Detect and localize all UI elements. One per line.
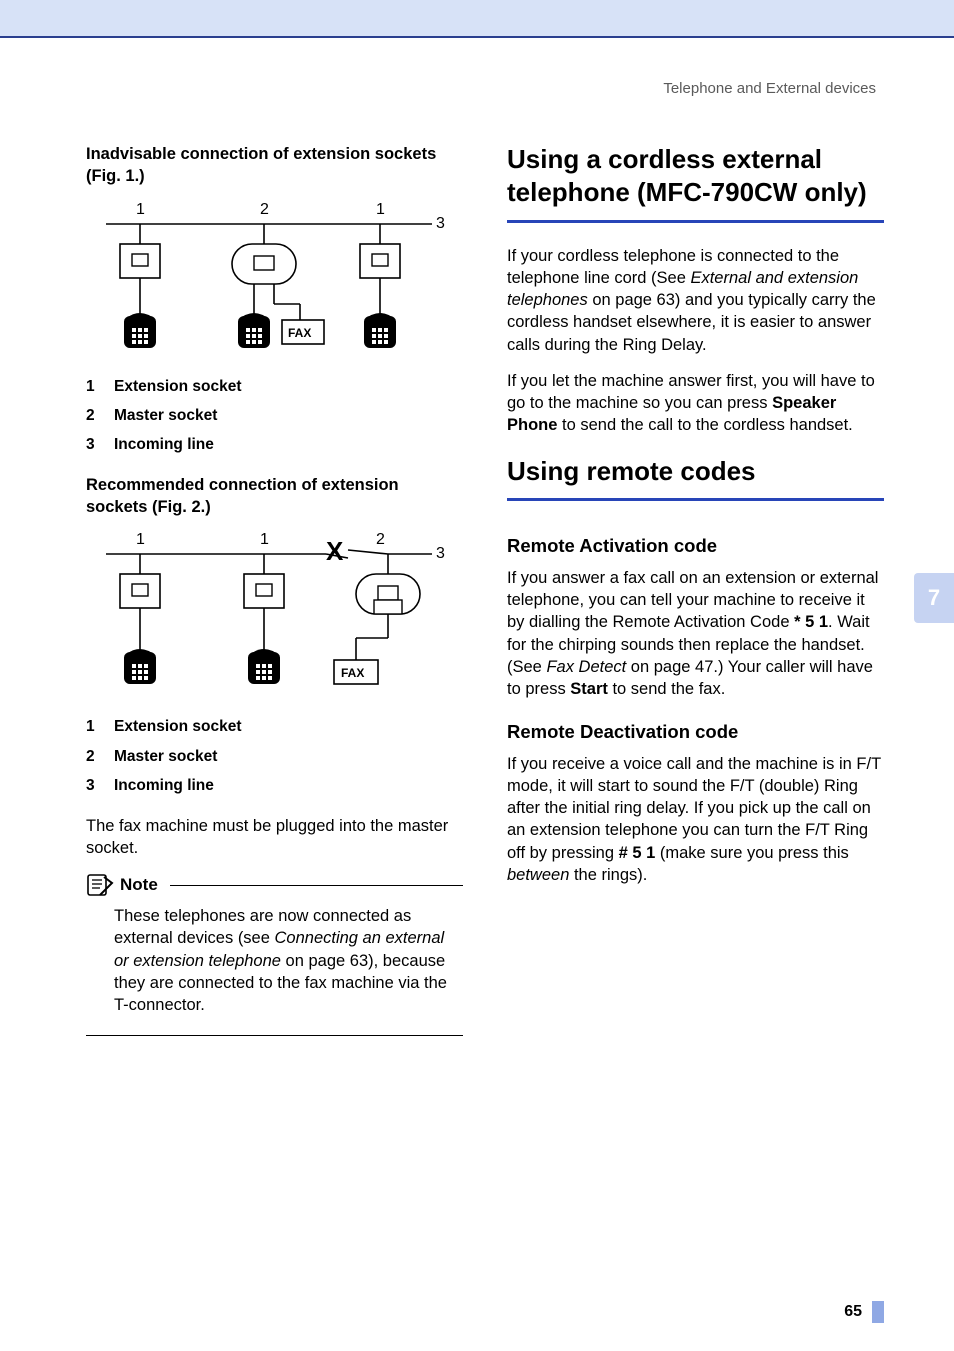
deactivation-text: If you receive a voice call and the mach… bbox=[507, 753, 884, 887]
activation-text: If you answer a fax call on an extension… bbox=[507, 567, 884, 701]
must-plug-text: The fax machine must be plugged into the… bbox=[86, 815, 463, 860]
fig1-label-3: 1 bbox=[376, 201, 385, 218]
text-link: Fax Detect bbox=[546, 658, 626, 676]
subhead-deactivation: Remote Deactivation code bbox=[507, 721, 884, 743]
note-title: Note bbox=[120, 875, 158, 895]
legend-num: 2 bbox=[86, 742, 100, 771]
legend-label: Master socket bbox=[114, 742, 217, 771]
fig2-label-3: 2 bbox=[376, 531, 385, 548]
figure-1: 1 2 1 3 bbox=[86, 198, 463, 358]
fig1-title: Inadvisable connection of extension sock… bbox=[86, 143, 463, 188]
fig2-legend: 1 Extension socket 2 Master socket 3 Incomi… bbox=[86, 712, 463, 800]
legend-num: 3 bbox=[86, 771, 100, 800]
page-number-wrap: 65 bbox=[844, 1301, 884, 1323]
legend-num: 2 bbox=[86, 401, 100, 430]
subhead-activation: Remote Activation code bbox=[507, 535, 884, 557]
fig2-title: Recommended connection of extension sock… bbox=[86, 474, 463, 519]
top-bar bbox=[0, 0, 954, 38]
fax-label: FAX bbox=[288, 326, 311, 340]
legend-num: 3 bbox=[86, 430, 100, 459]
left-column: Inadvisable connection of extension sock… bbox=[86, 143, 463, 1036]
text-bold: Start bbox=[570, 680, 608, 698]
fig1-label-1: 1 bbox=[136, 201, 145, 218]
fig1-label-4: 3 bbox=[436, 215, 445, 232]
heading-cordless: Using a cordless external telephone (MFC… bbox=[507, 143, 884, 210]
fax-label: FAX bbox=[341, 666, 364, 680]
text-part: the rings). bbox=[569, 866, 647, 884]
fig2-label-2: 1 bbox=[260, 531, 269, 548]
phone-icon bbox=[238, 313, 270, 348]
text-code: * 5 1 bbox=[794, 613, 828, 631]
fig1-label-2: 2 bbox=[260, 201, 269, 218]
text-italic: between bbox=[507, 866, 569, 884]
cordless-p2: If you let the machine answer first, you… bbox=[507, 370, 884, 437]
chapter-tab: 7 bbox=[914, 573, 954, 623]
note-icon bbox=[86, 873, 114, 897]
legend-num: 1 bbox=[86, 712, 100, 741]
note-block: Note These telephones are now connected … bbox=[86, 873, 463, 1035]
cordless-p1: If your cordless telephone is connected … bbox=[507, 245, 884, 356]
legend-num: 1 bbox=[86, 372, 100, 401]
page-number: 65 bbox=[844, 1303, 862, 1321]
heading-remote: Using remote codes bbox=[507, 455, 884, 488]
text-code: # 5 1 bbox=[619, 844, 656, 862]
legend-label: Incoming line bbox=[114, 430, 214, 459]
phone-icon bbox=[124, 313, 156, 348]
fig2-label-1: 1 bbox=[136, 531, 145, 548]
x-mark: X bbox=[326, 536, 344, 566]
legend-label: Extension socket bbox=[114, 372, 242, 401]
legend-label: Master socket bbox=[114, 401, 217, 430]
phone-icon bbox=[248, 649, 280, 684]
fig1-legend: 1 Extension socket 2 Master socket 3 Incomi… bbox=[86, 372, 463, 460]
page-content: Telephone and External devices Inadvisab… bbox=[0, 38, 954, 1036]
note-body: These telephones are now connected as ex… bbox=[86, 905, 463, 1028]
fig2-label-4: 3 bbox=[436, 545, 445, 562]
text-part: to send the fax. bbox=[608, 680, 725, 698]
legend-label: Extension socket bbox=[114, 712, 242, 741]
text-part: (make sure you press this bbox=[655, 844, 849, 862]
breadcrumb: Telephone and External devices bbox=[86, 80, 884, 97]
page-number-bar bbox=[872, 1301, 884, 1323]
phone-icon bbox=[124, 649, 156, 684]
legend-label: Incoming line bbox=[114, 771, 214, 800]
figure-2: X 1 1 2 3 bbox=[86, 528, 463, 698]
phone-icon bbox=[364, 313, 396, 348]
right-column: Using a cordless external telephone (MFC… bbox=[507, 143, 884, 1036]
text-part: to send the call to the cordless handset… bbox=[557, 416, 852, 434]
